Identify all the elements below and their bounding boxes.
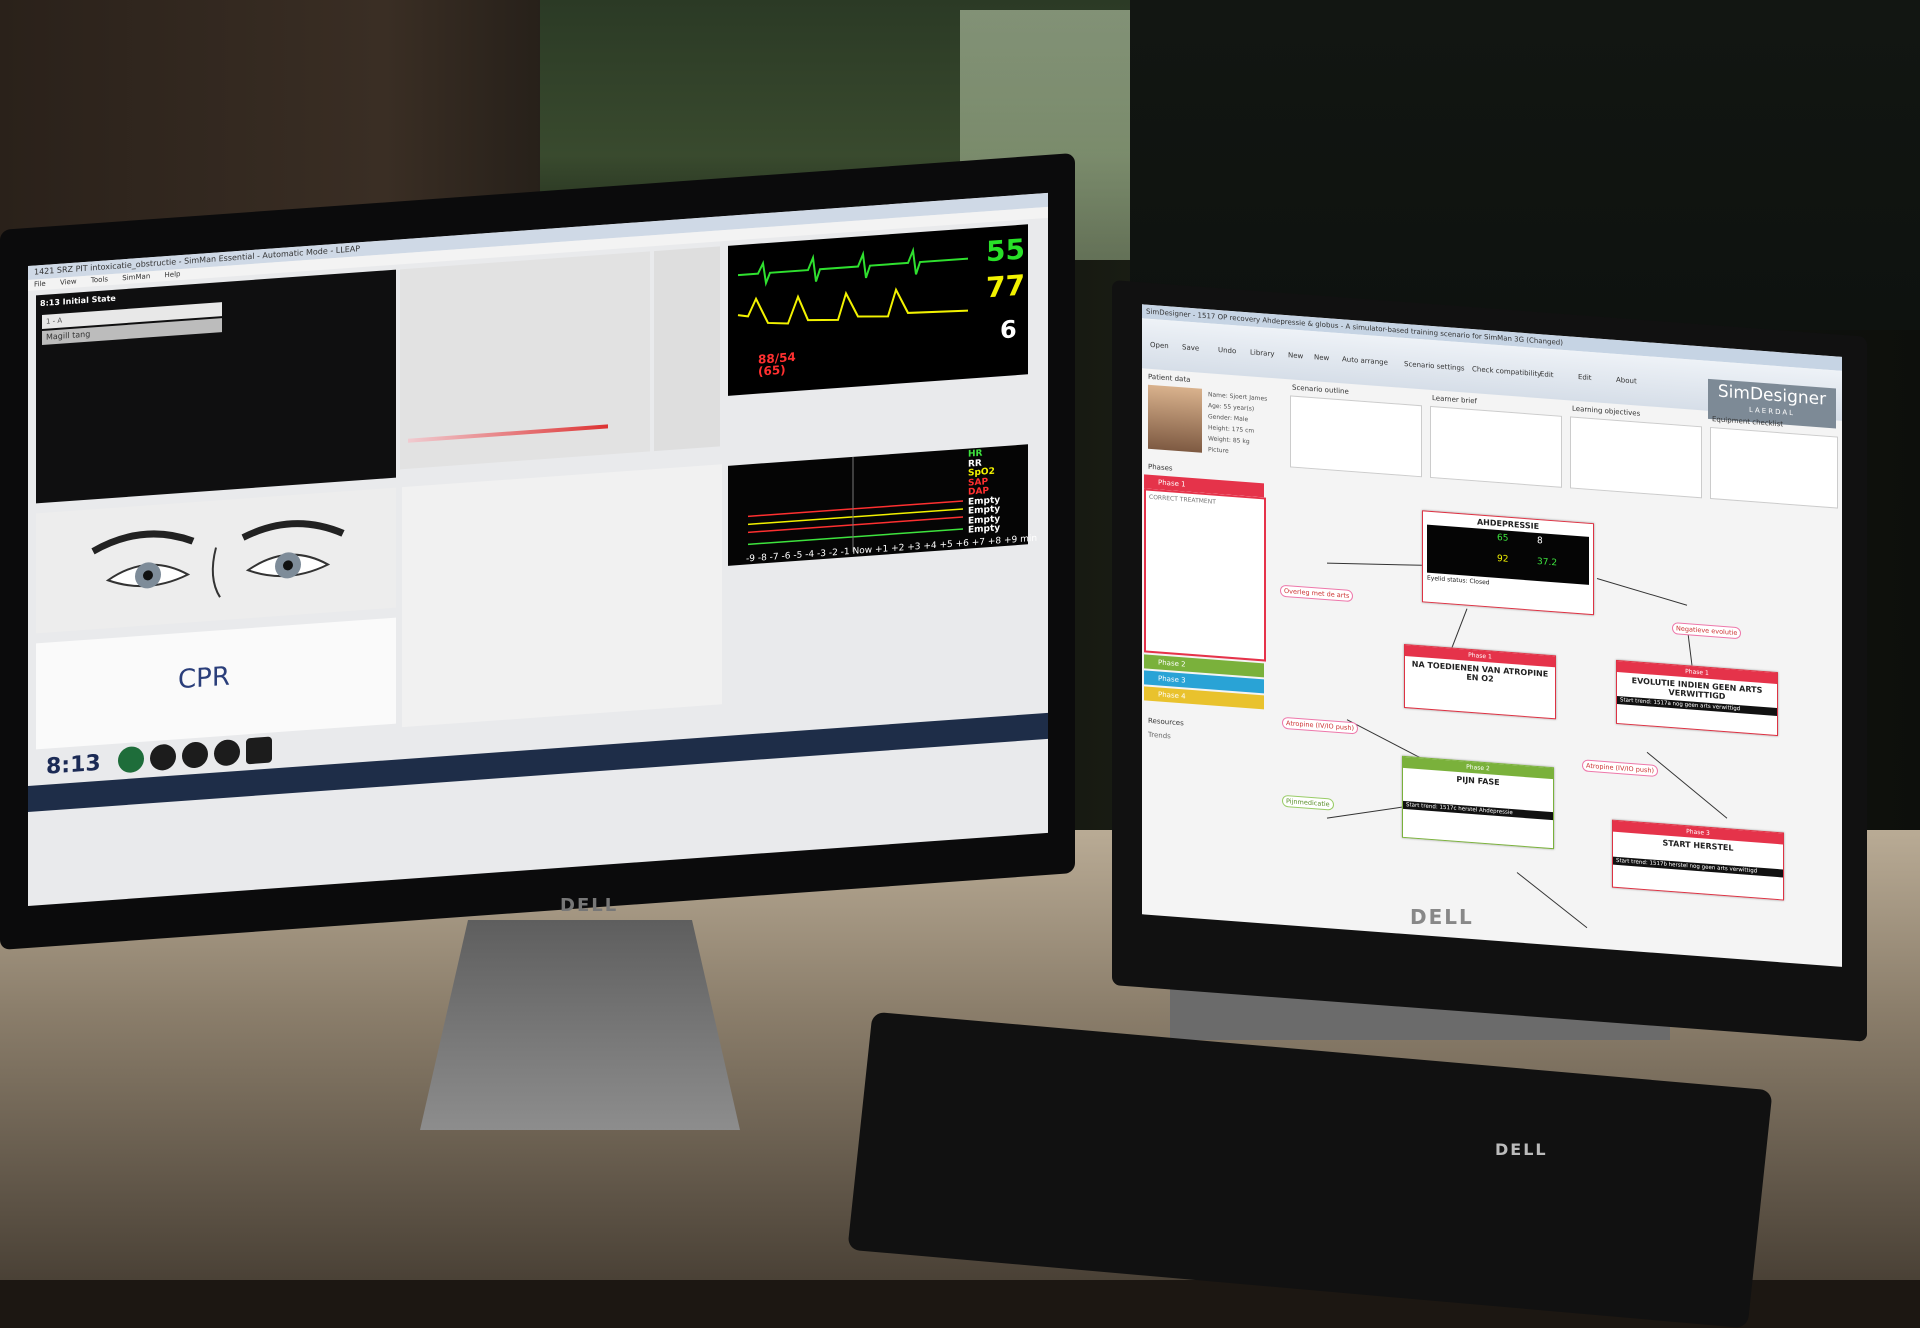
ribbon-open[interactable]: Open [1150,341,1169,350]
trend-legend: HR RR SpO2 SAP DAP Empty Empty Empty Empty [968,448,1000,536]
spo2-line [748,508,963,526]
patient-picture[interactable]: Picture [1208,446,1229,455]
edge [1646,751,1728,819]
phases-header: Phases [1148,462,1173,473]
learner-brief-header: Learner brief [1432,394,1478,406]
ribbon-scenario-settings[interactable]: Scenario settings [1404,360,1465,373]
flow-node-ahdepressie[interactable]: AHDEPRESSIE 65 8 92 37.2 Eyelid status: … [1422,510,1594,616]
patient-data-header: Patient data [1148,372,1191,384]
ribbon-check-compat[interactable]: Check compatibility [1472,365,1541,378]
node-hr: 65 [1497,532,1509,544]
edge [1451,608,1468,648]
right-monitor-logo: DELL [1410,905,1474,929]
ribbon-library[interactable]: Library [1250,348,1274,358]
hr-value: 55 [986,232,1025,269]
event-log-panel [402,464,722,728]
sap-line [748,500,963,518]
spo2-value: 77 [986,268,1025,305]
spo2-waveform [737,287,969,325]
ribbon-edit[interactable]: Edit [1540,370,1554,379]
dap-line [748,516,963,534]
scenario-outline-box[interactable] [1290,395,1422,478]
right-monitor: SimDesigner - 1517 OP recovery Ahdepress… [1112,280,1867,1042]
menu-file[interactable]: File [34,280,46,289]
eyes-illustration [91,520,345,598]
ribbon-save[interactable]: Save [1182,343,1199,352]
patient-photo [1148,384,1202,453]
edge [1326,562,1423,566]
left-screen: 1421 SRZ PIT intoxicatie_obstructie - Si… [28,192,1048,906]
ribbon-auto-arrange[interactable]: Auto arrange [1342,355,1388,366]
patient-name: Name: Sjoert James [1208,391,1268,403]
restart-button[interactable] [214,738,240,767]
patient-age: Age: 55 year(s) [1208,402,1255,413]
body-sounds-panel [400,251,650,470]
node-trend: Start trend: 1517c herstel Ahdepressie [1403,800,1553,821]
sim-clock: 8:13 [46,750,101,780]
volume-slider[interactable] [408,424,608,443]
nose-line [211,547,221,598]
menu-simman[interactable]: SimMan [122,272,150,282]
left-monitor-logo: DELL [560,895,619,916]
patient-gender: Gender: Male [1208,413,1249,424]
keyboard-logo: DELL [1495,1140,1548,1159]
left-monitor: 1421 SRZ PIT intoxicatie_obstructie - Si… [0,152,1075,950]
patient-weight: Weight: 85 kg [1208,435,1250,446]
right-eyebrow [241,520,345,541]
node-trend: Start trend: 1517b herstel nog geen arts… [1613,856,1783,878]
nibp-value: 88/54 (65) [758,350,796,379]
node-rr: 8 [1537,535,1543,547]
patient-height: Height: 175 cm [1208,424,1255,435]
edge [1596,577,1688,606]
menu-tools[interactable]: Tools [91,275,108,284]
dark-window [1130,0,1920,330]
learning-objectives-box[interactable] [1570,416,1702,499]
play-button[interactable] [118,745,144,774]
left-eyebrow [91,530,195,555]
right-screen: SimDesigner - 1517 OP recovery Ahdepress… [1142,304,1842,967]
flow-node-evolutie[interactable]: Phase 1 EVOLUTIE INDIEN GEEN ARTS VERWIT… [1616,659,1778,737]
stop-button[interactable] [246,736,272,765]
node-spo2: 92 [1497,553,1509,565]
ecg-waveform [738,246,968,287]
edge [1516,872,1588,929]
flow-node-pijn[interactable]: Phase 2 PIJN FASE Start trend: 1517c her… [1402,755,1554,850]
flow-node-atropine[interactable]: Phase 1 NA TOEDIENEN VAN ATROPINE EN O2 [1404,643,1556,720]
menu-view[interactable]: View [60,278,77,287]
resources-header: Resources [1148,716,1184,728]
trends-item[interactable]: Trends [1148,731,1171,741]
equipment-box[interactable] [1710,426,1838,509]
pause-button[interactable] [150,743,176,772]
learner-brief-box[interactable] [1430,405,1562,488]
phase-1-body: CORRECT TREATMENT [1144,488,1266,662]
menu-help[interactable]: Help [165,270,181,279]
ribbon-undo[interactable]: Undo [1218,346,1236,355]
vocal-sounds-panel [654,246,720,452]
rr-value: 6 [1000,315,1017,345]
cpr-label: CPR [178,661,230,696]
ribbon-new[interactable]: New [1288,351,1303,360]
ribbon-edit-2[interactable]: Edit [1578,373,1592,382]
left-monitor-stand [420,920,740,1130]
learning-objectives-header: Learning objectives [1572,404,1641,418]
ribbon-new-2[interactable]: New [1314,353,1329,362]
scenario-outline-header: Scenario outline [1292,383,1349,396]
ribbon-about[interactable]: About [1616,376,1637,386]
node-temp: 37.2 [1537,556,1558,569]
flow-node-herstel[interactable]: Phase 3 START HERSTEL Start trend: 1517b… [1612,819,1784,901]
skip-button[interactable] [182,741,208,769]
